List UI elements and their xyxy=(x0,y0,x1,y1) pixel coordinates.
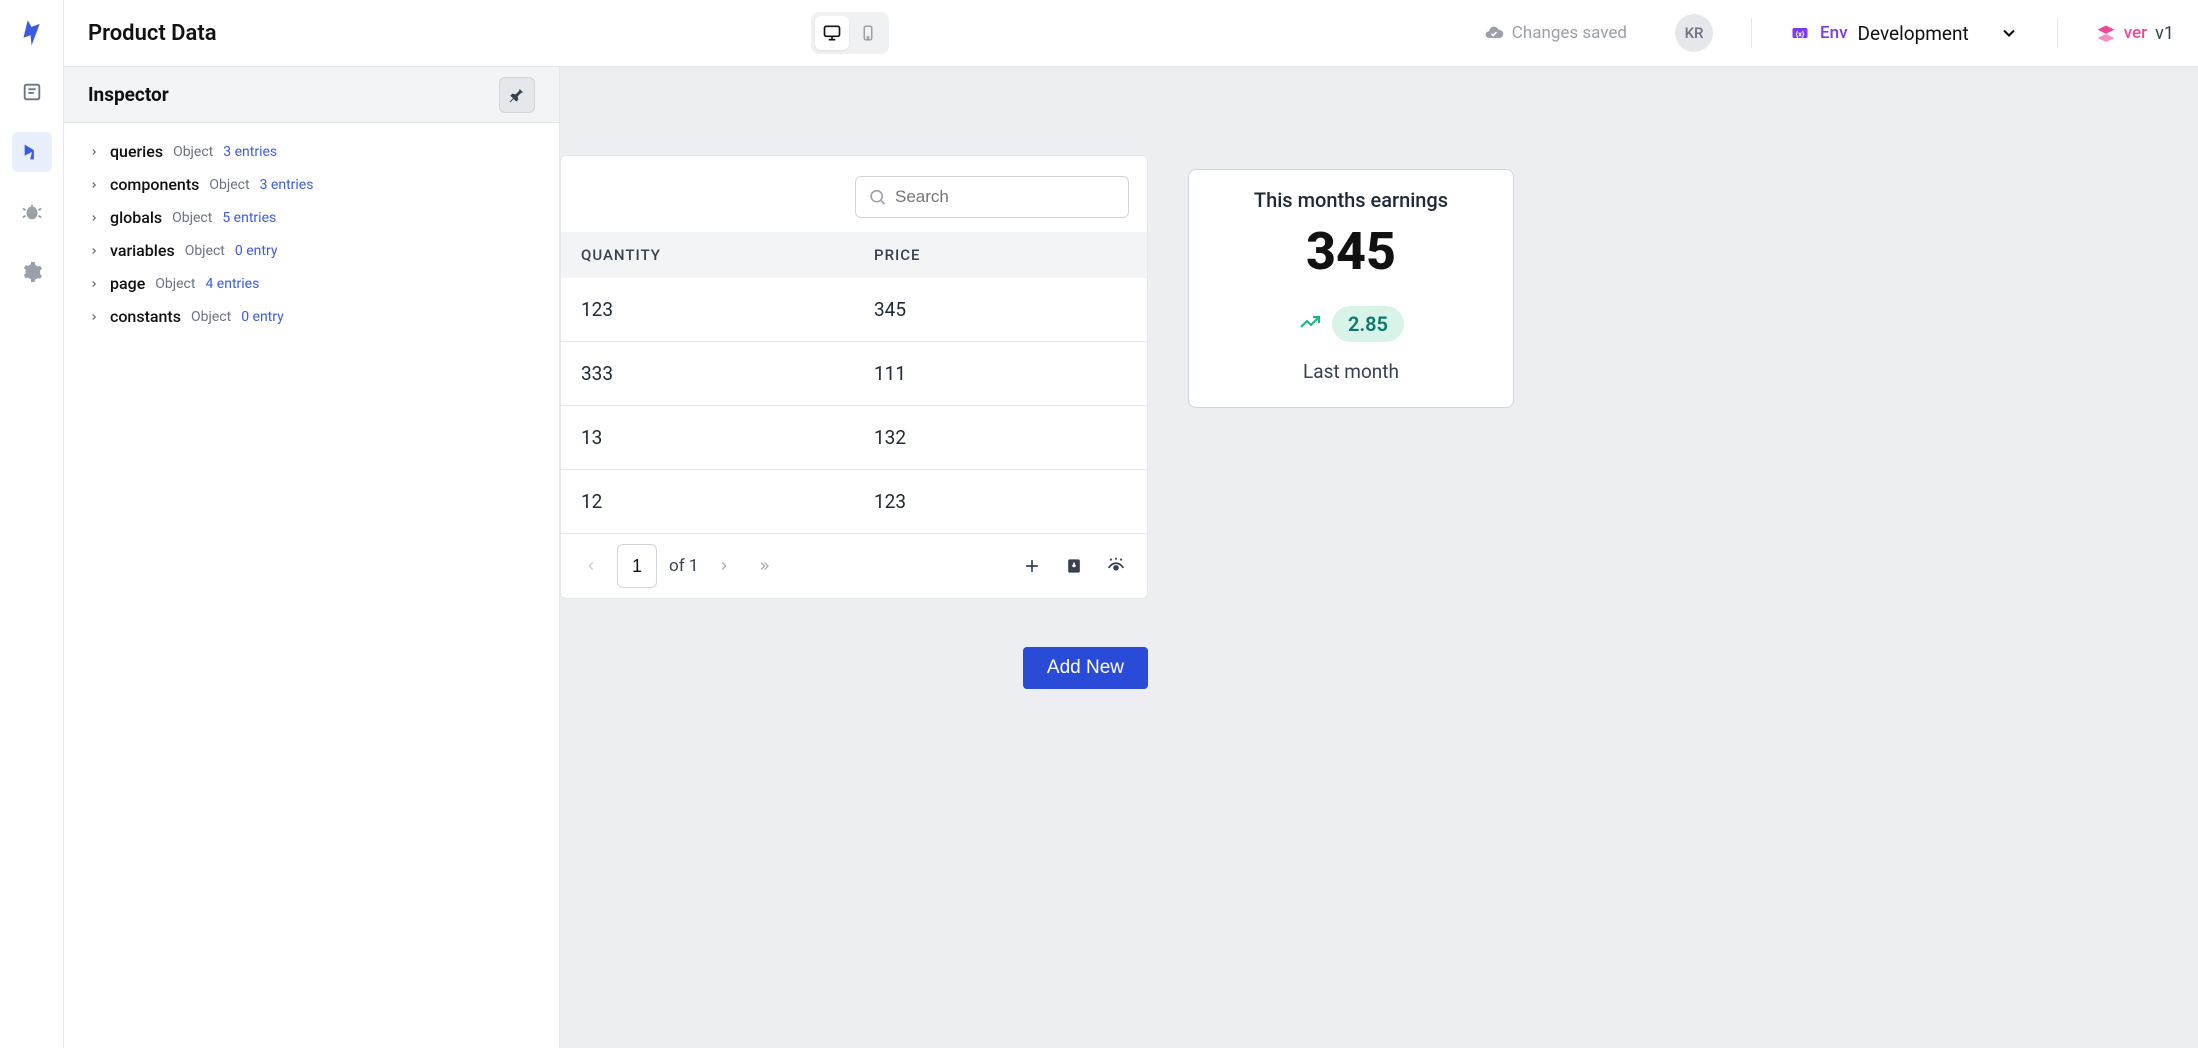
user-avatar[interactable]: KR xyxy=(1675,14,1713,52)
mobile-view-button[interactable] xyxy=(851,16,885,50)
trend-up-icon xyxy=(1298,310,1322,338)
tree-item-entries: 3 entries xyxy=(260,177,314,193)
column-price[interactable]: PRICE xyxy=(854,232,1147,278)
chevron-right-icon xyxy=(88,180,100,190)
cell-quantity: 333 xyxy=(561,342,854,405)
cell-quantity: 13 xyxy=(561,406,854,469)
save-status-text: Changes saved xyxy=(1512,23,1627,43)
tree-item-name: queries xyxy=(110,142,163,161)
tree-item-name: page xyxy=(110,274,145,293)
inspector-title: Inspector xyxy=(88,83,169,106)
pages-nav-icon[interactable] xyxy=(12,72,52,112)
tree-item-name: globals xyxy=(110,208,162,227)
page-next-button[interactable] xyxy=(710,552,738,580)
table-row[interactable]: 13132 xyxy=(561,406,1147,470)
table-row[interactable]: 12123 xyxy=(561,470,1147,534)
table-body: 1233453331111313212123 xyxy=(561,278,1147,534)
env-selector[interactable]: {x} Env Development xyxy=(1790,22,2019,45)
version-selector[interactable]: ver v1 xyxy=(2096,23,2174,44)
chevron-right-icon xyxy=(88,312,100,322)
tree-item-name: constants xyxy=(110,307,181,326)
data-table-card: QUANTITY PRICE 1233453331111313212123 of… xyxy=(560,155,1148,599)
tree-item-name: variables xyxy=(110,241,175,260)
save-status: Changes saved xyxy=(1484,23,1627,43)
cell-price: 132 xyxy=(854,406,1147,469)
chevron-right-icon xyxy=(88,147,100,157)
earnings-delta: 2.85 xyxy=(1332,306,1404,342)
svg-text:{x}: {x} xyxy=(1796,29,1805,38)
page-of-label: of 1 xyxy=(669,556,698,576)
download-button[interactable] xyxy=(1059,551,1089,581)
cell-price: 123 xyxy=(854,470,1147,533)
env-value: Development xyxy=(1858,22,1969,45)
visibility-button[interactable] xyxy=(1101,551,1131,581)
column-quantity[interactable]: QUANTITY xyxy=(561,232,854,278)
left-rail xyxy=(0,0,64,1048)
env-icon: {x} xyxy=(1790,23,1810,43)
settings-nav-icon[interactable] xyxy=(12,252,52,292)
inspector-nav-icon[interactable] xyxy=(12,132,52,172)
topbar: Product Data Changes saved KR {x} xyxy=(64,0,2198,67)
earnings-subtitle: Last month xyxy=(1303,360,1399,383)
tree-row[interactable]: globals Object 5 entries xyxy=(64,201,559,234)
table-row[interactable]: 333111 xyxy=(561,342,1147,406)
cell-price: 111 xyxy=(854,342,1147,405)
add-new-button[interactable]: Add New xyxy=(1023,647,1148,689)
pin-button[interactable] xyxy=(499,77,535,113)
tree-row[interactable]: variables Object 0 entry xyxy=(64,234,559,267)
add-row-button[interactable] xyxy=(1017,551,1047,581)
tree-item-entries: 0 entry xyxy=(235,243,278,259)
tree-item-entries: 0 entry xyxy=(241,309,284,325)
version-value: v1 xyxy=(2155,23,2174,44)
cloud-check-icon xyxy=(1484,23,1504,43)
debug-nav-icon[interactable] xyxy=(12,192,52,232)
search-icon xyxy=(868,187,887,207)
tree-item-name: components xyxy=(110,175,199,194)
tree-item-type: Object xyxy=(172,210,212,226)
page-input[interactable] xyxy=(617,544,657,588)
tree-row[interactable]: components Object 3 entries xyxy=(64,168,559,201)
inspector-panel: Inspector queriesObject3 entriescomponen… xyxy=(64,67,560,1048)
search-box[interactable] xyxy=(855,176,1129,218)
tree-row[interactable]: page Object 4 entries xyxy=(64,267,559,300)
table-header: QUANTITY PRICE xyxy=(561,232,1147,278)
search-input[interactable] xyxy=(895,187,1116,207)
tree-item-entries: 5 entries xyxy=(222,210,276,226)
tree-item-entries: 3 entries xyxy=(223,144,277,160)
tree-item-entries: 4 entries xyxy=(205,276,259,292)
version-label: ver xyxy=(2124,23,2147,43)
divider xyxy=(1751,18,1752,48)
tree-row[interactable]: queries Object 3 entries xyxy=(64,135,559,168)
canvas: QUANTITY PRICE 1233453331111313212123 of… xyxy=(560,67,2198,1048)
tree-item-type: Object xyxy=(209,177,249,193)
earnings-card: This months earnings 345 2.85 Last month xyxy=(1188,169,1514,408)
page-last-button[interactable] xyxy=(750,552,778,580)
divider xyxy=(2057,18,2058,48)
tree-item-type: Object xyxy=(173,144,213,160)
cell-price: 345 xyxy=(854,278,1147,341)
chevron-right-icon xyxy=(88,213,100,223)
tree-row[interactable]: constants Object 0 entry xyxy=(64,300,559,333)
cell-quantity: 12 xyxy=(561,470,854,533)
earnings-value: 345 xyxy=(1306,226,1396,278)
layers-icon xyxy=(2096,23,2116,43)
desktop-view-button[interactable] xyxy=(815,16,849,50)
page-title: Product Data xyxy=(88,21,217,46)
chevron-right-icon xyxy=(88,279,100,289)
chevron-down-icon xyxy=(1999,23,2019,43)
chevron-right-icon xyxy=(88,246,100,256)
tree-item-type: Object xyxy=(155,276,195,292)
cell-quantity: 123 xyxy=(561,278,854,341)
device-toggle xyxy=(811,12,889,54)
page-prev-button[interactable] xyxy=(577,552,605,580)
tree-item-type: Object xyxy=(191,309,231,325)
env-label: Env xyxy=(1820,23,1848,43)
earnings-title: This months earnings xyxy=(1254,188,1448,212)
app-logo[interactable] xyxy=(12,12,52,52)
tree-item-type: Object xyxy=(185,243,225,259)
inspector-tree: queries Object 3 entries components Object 3 … xyxy=(64,123,559,1048)
table-footer: of 1 xyxy=(561,534,1147,598)
table-row[interactable]: 123345 xyxy=(561,278,1147,342)
